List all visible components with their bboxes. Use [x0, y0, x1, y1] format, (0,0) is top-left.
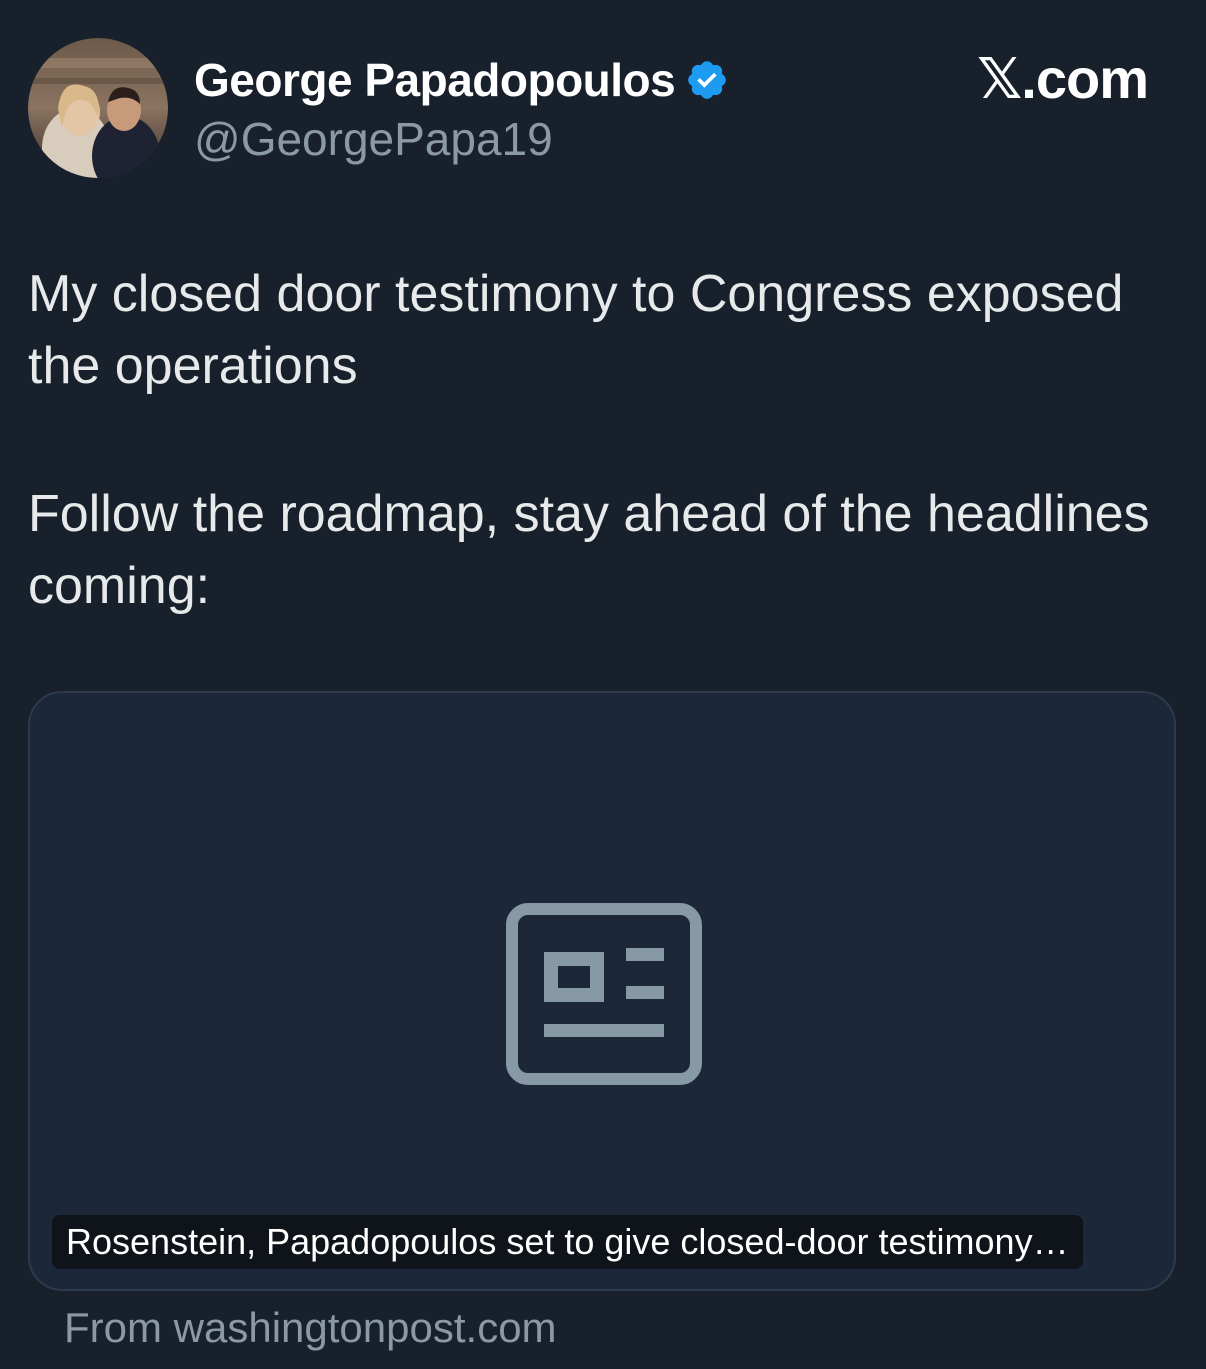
avatar-photo [28, 38, 168, 178]
tweet-body: My closed door testimony to Congress exp… [28, 258, 1188, 622]
link-source[interactable]: From washingtonpost.com [64, 1304, 557, 1352]
tweet-paragraph: My closed door testimony to Congress exp… [28, 265, 1124, 395]
tweet-paragraph: Follow the roadmap, stay ahead of the he… [28, 485, 1150, 615]
author-display-name[interactable]: George Papadopoulos [194, 53, 676, 107]
author-handle[interactable]: @GeorgePapa19 [194, 112, 553, 166]
verified-badge-icon[interactable] [685, 58, 729, 102]
article-icon [506, 903, 702, 1085]
x-com-logo: 𝕏.com [977, 47, 1149, 110]
author-avatar[interactable] [28, 38, 168, 178]
display-name-row: George Papadopoulos [194, 50, 729, 110]
link-card-title[interactable]: Rosenstein, Papadopoulos set to give clo… [52, 1215, 1083, 1269]
link-preview-card[interactable]: Rosenstein, Papadopoulos set to give clo… [28, 691, 1176, 1291]
